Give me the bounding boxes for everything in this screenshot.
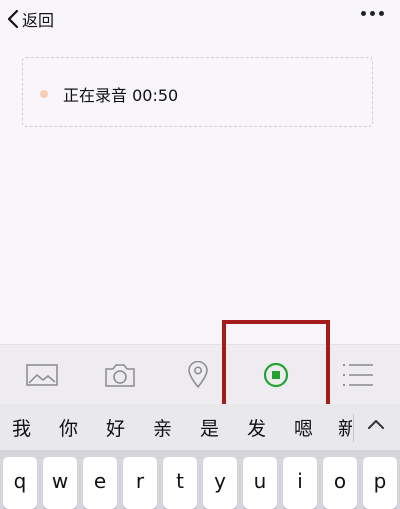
- record-stop-button[interactable]: [254, 345, 298, 405]
- candidate-item[interactable]: 新: [338, 414, 352, 441]
- chevron-up-icon: [368, 420, 384, 429]
- divider: [353, 414, 354, 442]
- list-icon: [343, 364, 373, 386]
- candidate-item[interactable]: 好: [106, 414, 125, 441]
- candidate-bar: 我 你 好 亲 是 发 嗯 新: [0, 404, 400, 450]
- more-button[interactable]: [361, 11, 384, 16]
- key-i[interactable]: i: [283, 457, 317, 509]
- attachment-toolbar: [0, 344, 400, 405]
- image-icon: [26, 364, 58, 386]
- recording-indicator: [40, 90, 48, 98]
- key-p[interactable]: p: [363, 457, 397, 509]
- location-button[interactable]: [176, 345, 220, 405]
- image-button[interactable]: [18, 345, 66, 405]
- candidate-item[interactable]: 我: [12, 414, 31, 441]
- location-icon: [188, 361, 208, 389]
- navigation-bar: 返回: [0, 0, 400, 40]
- record-stop-icon: [263, 362, 289, 388]
- key-o[interactable]: o: [323, 457, 357, 509]
- key-q[interactable]: q: [3, 457, 37, 509]
- expand-candidates-button[interactable]: [366, 416, 386, 435]
- candidate-item[interactable]: 是: [200, 414, 219, 441]
- recording-card: 正在录音 00:50: [22, 57, 373, 127]
- candidate-item[interactable]: 发: [247, 414, 266, 441]
- back-label: 返回: [22, 11, 55, 30]
- keyboard: q w e r t y u i o p: [0, 450, 400, 509]
- more-dots-icon: [361, 11, 366, 16]
- recording-status: 正在录音 00:50: [63, 86, 179, 105]
- key-y[interactable]: y: [203, 457, 237, 509]
- camera-icon: [105, 364, 135, 387]
- back-button[interactable]: 返回: [6, 7, 54, 31]
- key-e[interactable]: e: [83, 457, 117, 509]
- candidate-item[interactable]: 亲: [153, 414, 172, 441]
- key-t[interactable]: t: [163, 457, 197, 509]
- candidate-item[interactable]: 你: [59, 414, 78, 441]
- key-r[interactable]: r: [123, 457, 157, 509]
- camera-button[interactable]: [96, 345, 144, 405]
- chevron-left-icon: [7, 9, 19, 29]
- list-button[interactable]: [336, 345, 380, 405]
- candidate-item[interactable]: 嗯: [294, 414, 313, 441]
- key-u[interactable]: u: [243, 457, 277, 509]
- key-w[interactable]: w: [43, 457, 77, 509]
